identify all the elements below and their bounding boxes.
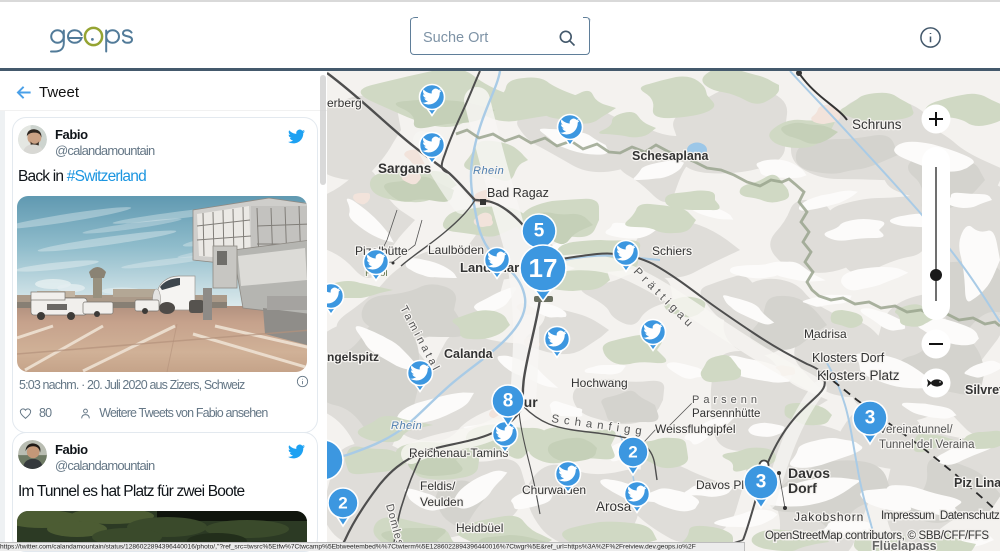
svg-text:3: 3 (756, 472, 767, 493)
svg-text:Heidbüel: Heidbüel (456, 521, 503, 535)
svg-text:Calanda: Calanda (444, 347, 494, 361)
svg-text:Schesaplana: Schesaplana (632, 149, 709, 163)
svg-text:Engelspitz: Engelspitz (327, 350, 379, 364)
svg-text:erberg: erberg (327, 96, 362, 110)
svg-text:Rhein: Rhein (473, 165, 504, 177)
svg-text:Silvrett: Silvrett (965, 383, 1000, 397)
svg-text:Veulden: Veulden (420, 495, 463, 509)
svg-text:Vereinatunnel/: Vereinatunnel/ (879, 424, 953, 436)
svg-text:Parsennhütte: Parsennhütte (692, 408, 760, 420)
svg-text:Schruns: Schruns (852, 117, 902, 132)
svg-text:Klosters Platz: Klosters Platz (817, 368, 900, 383)
svg-text:2: 2 (628, 443, 637, 462)
svg-text:Madrisa: Madrisa (804, 327, 847, 341)
svg-text:Parsenn: Parsenn (692, 394, 761, 406)
svg-text:Davos: Davos (788, 465, 830, 481)
svg-text:Bad Ragaz: Bad Ragaz (487, 186, 549, 200)
svg-text:OpenStreetMap contributors, ©: OpenStreetMap contributors, © SBB/CFF/FF… (765, 530, 989, 542)
svg-text:Dorf: Dorf (788, 480, 817, 496)
svg-text:Rhein: Rhein (391, 420, 422, 432)
svg-text:Schiers: Schiers (652, 244, 692, 258)
svg-text:Jakobshorn: Jakobshorn (794, 510, 864, 524)
svg-text:Reichenau-Tamins: Reichenau-Tamins (409, 446, 508, 460)
svg-text:Laulböden: Laulböden (428, 243, 484, 257)
svg-text:Hochwang: Hochwang (571, 376, 628, 390)
svg-text:Tunnel del Veraina: Tunnel del Veraina (879, 439, 975, 451)
svg-text:Davos Pl: Davos Pl (696, 478, 744, 492)
svg-text:8: 8 (503, 391, 514, 412)
svg-text:2: 2 (338, 494, 347, 513)
svg-text:3: 3 (865, 408, 876, 429)
svg-text:Churwalden: Churwalden (522, 483, 586, 497)
svg-text:Impressum Datenschutz: Impressum Datenschutz (881, 510, 1000, 522)
svg-text:Feldis/: Feldis/ (420, 479, 456, 493)
svg-text:Klosters Dorf: Klosters Dorf (812, 351, 885, 365)
svg-text:Weissfluhgipfel: Weissfluhgipfel (655, 422, 735, 436)
svg-text:Piz Linar: Piz Linar (954, 476, 1000, 490)
svg-text:5: 5 (534, 221, 545, 242)
svg-text:Sargans: Sargans (378, 161, 431, 176)
svg-text:17: 17 (529, 253, 558, 283)
